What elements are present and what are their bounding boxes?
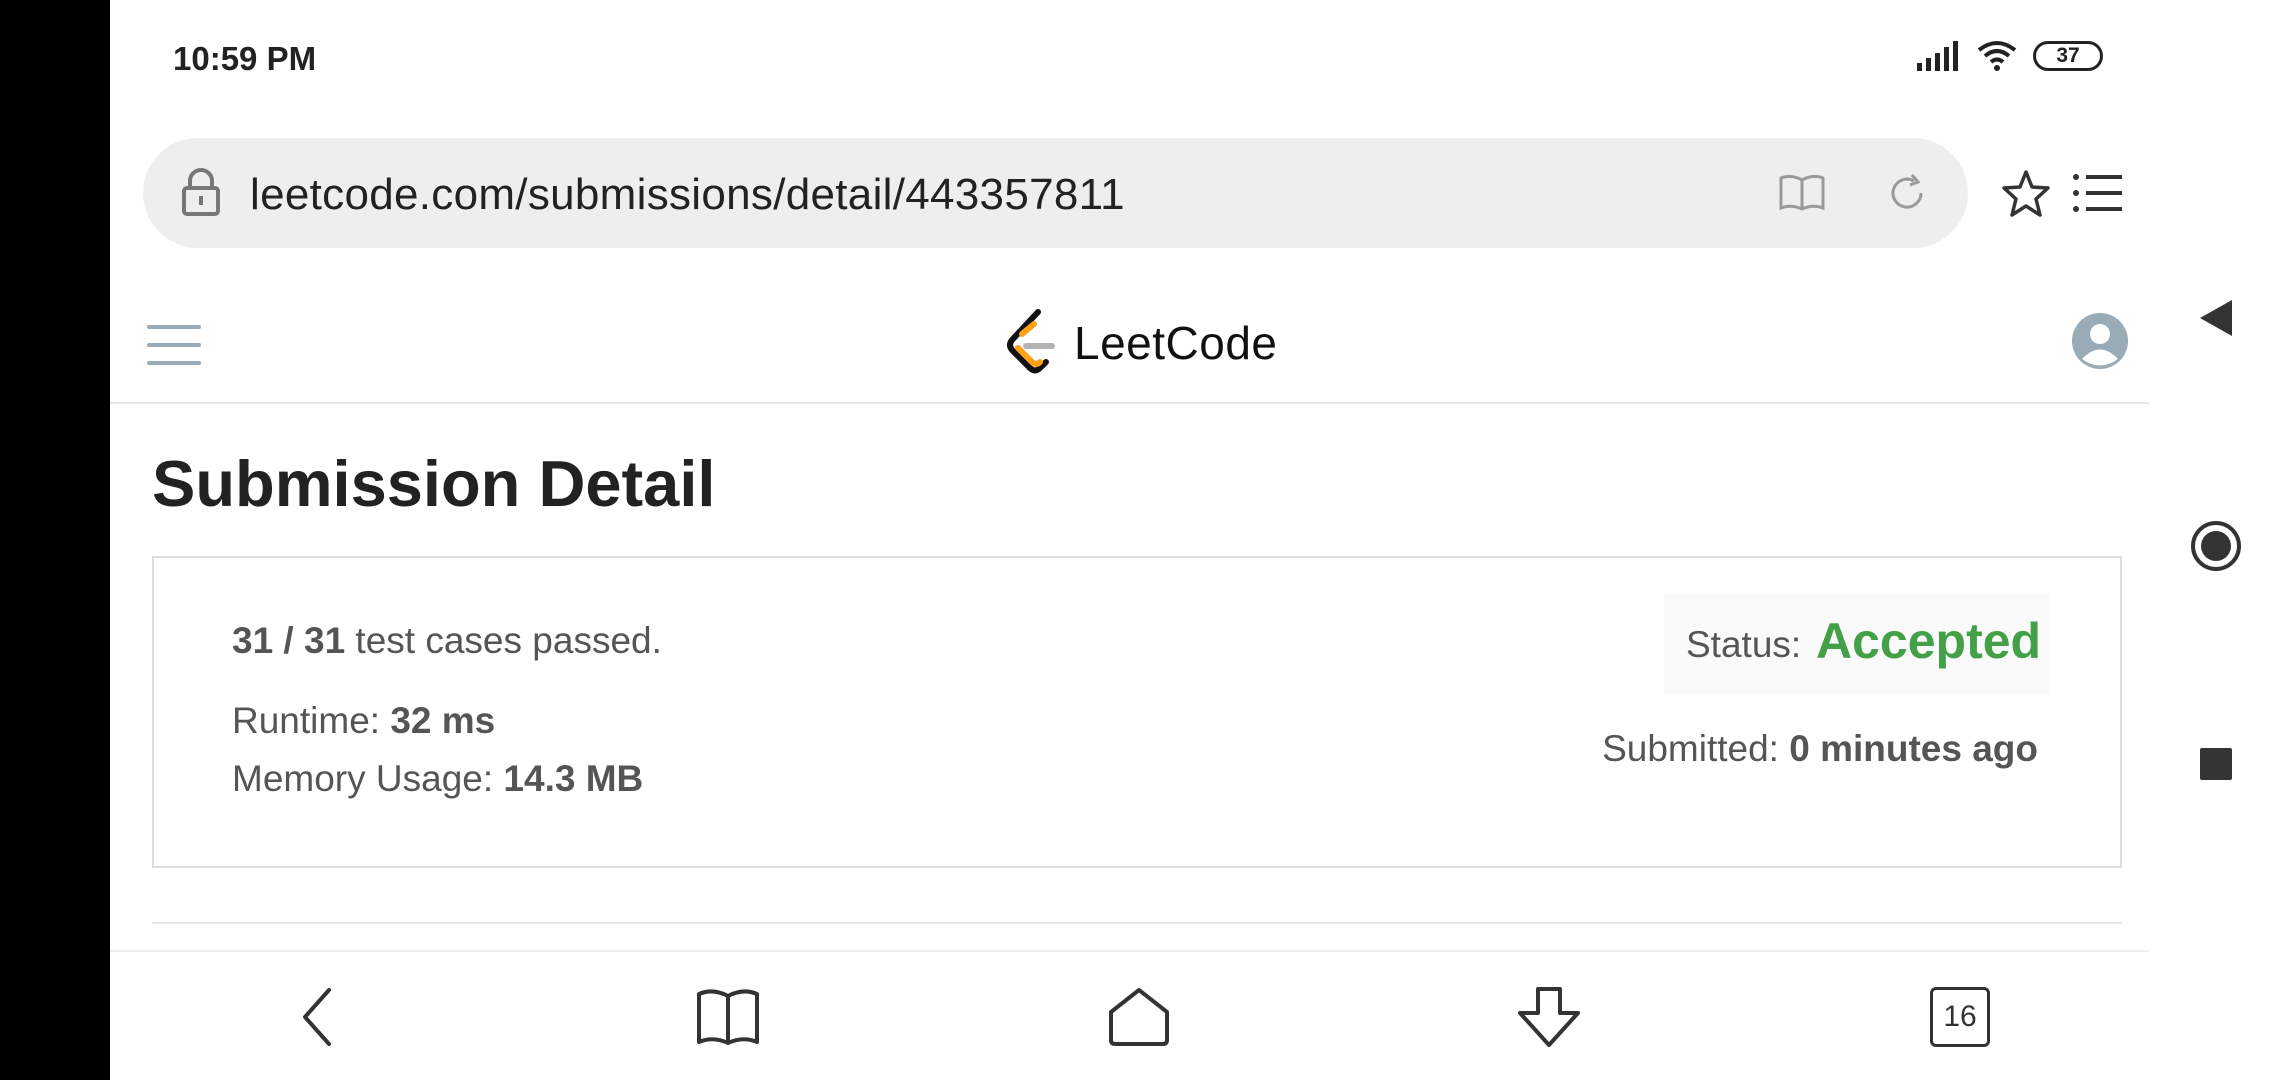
memory-value: 14.3 MB: [503, 758, 644, 799]
submitted-value: 0 minutes ago: [1789, 728, 2038, 769]
device-screen: 10:59 PM 37 leetcode.com/submissions/det…: [0, 0, 2280, 1080]
test-cases-summary: 31 / 31 test cases passed.: [232, 620, 662, 662]
lock-icon: [182, 168, 220, 216]
home-button[interactable]: [1104, 982, 1174, 1052]
status-icons: 37: [1917, 40, 2103, 72]
system-home-icon: [2191, 521, 2241, 571]
runtime-label: Runtime:: [232, 700, 391, 741]
tabs-button[interactable]: 16: [1925, 982, 1995, 1052]
system-recents-icon: [2200, 748, 2232, 780]
reload-icon[interactable]: [1886, 172, 1928, 214]
back-button[interactable]: [282, 982, 352, 1052]
leetcode-logo[interactable]: LeetCode: [1004, 308, 1278, 378]
submitted-label: Submitted:: [1602, 728, 1790, 769]
system-back-button[interactable]: [2186, 288, 2246, 348]
user-avatar-icon[interactable]: [2071, 312, 2129, 370]
submitted-row: Submitted: 0 minutes ago: [1602, 728, 2038, 770]
hamburger-menu-icon[interactable]: [147, 325, 201, 365]
status-time: 10:59 PM: [173, 40, 317, 77]
system-back-icon: [2200, 300, 2232, 336]
download-icon: [1518, 987, 1580, 1047]
tab-count: 16: [1930, 987, 1990, 1047]
bookmark-star-icon[interactable]: [2000, 168, 2052, 220]
reader-mode-icon[interactable]: [1778, 172, 1826, 212]
url-text[interactable]: leetcode.com/submissions/detail/44335781…: [250, 170, 1125, 220]
back-arrow-icon: [303, 988, 331, 1046]
status-label: Status:: [1686, 624, 1802, 665]
system-navigation-bar: [2149, 0, 2280, 1080]
page-title: Submission Detail: [152, 447, 716, 520]
status-bar: 10:59 PM 37: [110, 0, 2149, 118]
memory-row: Memory Usage: 14.3 MB: [232, 758, 643, 800]
leetcode-logo-icon: [1007, 309, 1055, 374]
browser-window: 10:59 PM 37 leetcode.com/submissions/det…: [110, 0, 2149, 1080]
address-bar-row: leetcode.com/submissions/detail/44335781…: [110, 138, 2149, 250]
menu-list-icon[interactable]: [2072, 172, 2122, 214]
battery-icon: 37: [2033, 41, 2103, 71]
site-header: LeetCode: [110, 290, 2149, 404]
signal-icon: [1917, 41, 1958, 71]
browser-bottom-toolbar: 16: [110, 950, 2149, 1080]
home-icon: [1109, 988, 1169, 1046]
status-box: Status: Accepted: [1664, 594, 2050, 694]
passed-count: 31 / 31: [232, 620, 346, 661]
book-icon: [697, 989, 759, 1045]
runtime-row: Runtime: 32 ms: [232, 700, 495, 742]
status-value[interactable]: Accepted: [1816, 612, 2041, 670]
system-recents-button[interactable]: [2186, 734, 2246, 794]
logo-text: LeetCode: [1074, 317, 1278, 369]
runtime-value: 32 ms: [390, 700, 496, 741]
wifi-icon: [1977, 41, 2017, 71]
download-button[interactable]: [1514, 982, 1584, 1052]
system-home-button[interactable]: [2186, 516, 2246, 576]
passed-suffix: test cases passed.: [345, 620, 662, 661]
bookmarks-button[interactable]: [693, 982, 763, 1052]
address-bar[interactable]: leetcode.com/submissions/detail/44335781…: [143, 138, 1968, 248]
memory-label: Memory Usage:: [232, 758, 504, 799]
content-divider: [152, 922, 2122, 924]
submission-result-card: 31 / 31 test cases passed. Runtime: 32 m…: [152, 556, 2122, 868]
